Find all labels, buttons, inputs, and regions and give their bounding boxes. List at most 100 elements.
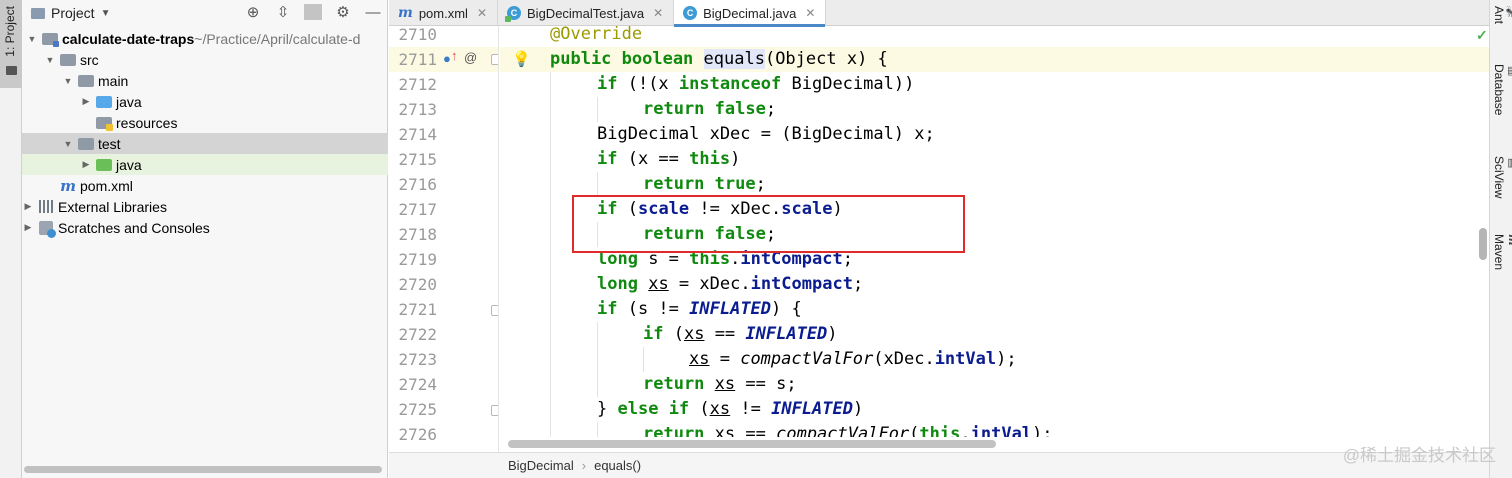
code-line: return xs == compactValFor(this.intVal); [500,422,1489,437]
hide-icon[interactable]: — [364,4,382,21]
code-variable: xs [714,374,736,394]
collapsed-arrow-icon[interactable]: ▶ [80,159,92,170]
tab-label: BigDecimalTest.java [527,5,645,21]
code-keyword: return [643,174,705,194]
code-line: if (!(x instanceof BigDecimal)) [500,72,1489,97]
gear-icon[interactable]: ⚙ [334,3,352,21]
code-line-current: 💡 public boolean equals(Object x) { [500,47,1489,72]
tree-item-external-libraries[interactable]: ▶ External Libraries [22,196,388,217]
source-folder-icon [96,95,112,108]
code-keyword: public boolean [550,49,704,69]
code-text: ; [755,174,766,194]
intention-bulb-icon[interactable]: 💡 [512,47,531,72]
code-line: if (xs == INFLATED) [500,322,1489,347]
expanded-arrow-icon[interactable]: ▼ [44,55,56,65]
tree-item-src[interactable]: ▼ src [22,49,388,70]
fold-marker-icon[interactable] [491,54,498,65]
tree-item-resources[interactable]: resources [22,112,388,133]
tree-item-test[interactable]: ▼ test [22,133,388,154]
vertical-scrollbar[interactable] [1479,228,1487,260]
editor-gutter[interactable]: 2710 2711 2712 2713 2714 2715 2716 2717 … [389,26,499,456]
line-number: 2724 [398,375,437,394]
tab-bigdecimaltest-java[interactable]: C BigDecimalTest.java ✕ [498,0,675,26]
collapsed-arrow-icon[interactable]: ▶ [22,201,34,212]
tree-item-main-java[interactable]: ▶ java [22,91,388,112]
overrides-arrow-icon[interactable]: ↑ [451,48,458,63]
module-folder-icon [42,32,59,47]
line-number: 2712 [398,75,437,94]
annotation-icon[interactable]: @ [464,50,477,65]
breadcrumb-item-class[interactable]: BigDecimal [508,458,574,473]
tree-item-scratches[interactable]: ▶ Scratches and Consoles [22,217,388,238]
tab-label: pom.xml [418,5,468,21]
expanded-arrow-icon[interactable]: ▼ [26,34,38,44]
code-keyword: true [714,174,756,194]
code-horizontal-scrollbar[interactable] [508,440,996,448]
tab-bigdecimal-java[interactable]: C BigDecimal.java ✕ [674,0,827,27]
chevron-down-icon[interactable]: ▼ [101,8,111,19]
code-text: = xDec. [668,274,751,294]
breadcrumb-item-method[interactable]: equals() [594,458,641,473]
ant-icon: 🐜 [1506,6,1512,20]
annotation-override: @Override [550,26,643,44]
tree-item-main[interactable]: ▼ main [22,70,388,91]
line-number: 2717 [398,200,437,219]
collapsed-arrow-icon[interactable]: ▶ [22,222,34,233]
folder-icon [6,66,17,75]
collapse-icon[interactable]: ⇳ [274,3,292,21]
code-text: BigDecimal)) [781,74,915,94]
fold-marker-icon[interactable] [491,305,498,316]
breadcrumb: BigDecimal › equals() [389,452,1489,478]
code-text: ( [689,399,710,419]
implementing-method-icon[interactable]: ● [443,51,451,66]
method-name-equals: equals [703,49,765,69]
fold-marker-icon[interactable] [491,405,498,416]
tool-tab-sciview[interactable]: ▥ SciView [1492,156,1512,198]
line-number: 2722 [398,325,437,344]
tree-item-label: src [80,51,99,68]
tree-item-calculate-date-traps[interactable]: ▼ calculate-date-traps ~/Practice/April/… [22,28,388,49]
tree-item-label: External Libraries [58,198,167,215]
close-icon[interactable]: ✕ [477,6,487,20]
checkmark-icon[interactable]: ✓ [1476,27,1488,44]
tool-tab-maven[interactable]: m Maven [1492,234,1512,270]
tool-tab-ant[interactable]: 🐜 Ant [1492,6,1512,24]
code-line: return true; [500,172,1489,197]
code-method: compactValFor [776,424,910,437]
project-view-selector[interactable]: Project [51,5,95,21]
tool-tab-database[interactable]: ▤ Database [1492,64,1512,115]
target-icon[interactable]: ⊕ [244,3,262,21]
code-variable: xs [689,349,710,369]
tree-item-label: resources [116,114,178,131]
close-icon[interactable]: ✕ [653,6,663,20]
code-text: ); [996,349,1017,369]
tab-pom-xml[interactable]: m pom.xml ✕ [389,0,499,26]
breadcrumb-separator-icon: › [581,458,587,473]
collapsed-arrow-icon[interactable]: ▶ [80,96,92,107]
tab-label: BigDecimal.java [703,5,797,21]
tree-item-label: java [116,93,142,110]
project-tool-tab[interactable]: 1: Project [0,0,22,88]
code-keyword: this [689,149,731,169]
code-text: ( [909,424,920,437]
tree-item-label: java [116,156,142,173]
code-keyword: if [597,299,618,319]
tree-item-test-java[interactable]: ▶ java [22,154,388,175]
project-horizontal-scrollbar[interactable] [24,466,382,473]
expanded-arrow-icon[interactable]: ▼ [62,139,74,149]
code-line: } else if (xs != INFLATED) [500,397,1489,422]
project-panel-header: Project ▼ ⊕ ⇳ ⚙ — [22,0,388,26]
code-keyword: else [617,399,659,419]
tree-item-pom[interactable]: m pom.xml [22,175,388,196]
code-text: ; [765,99,777,119]
line-number: 2718 [398,225,437,244]
close-icon[interactable]: ✕ [805,6,815,20]
expanded-arrow-icon[interactable]: ▼ [62,76,74,86]
line-number: 2725 [398,400,437,419]
code-constant: INFLATED [771,399,853,419]
highlight-box [572,195,965,253]
class-icon: C [683,6,698,20]
